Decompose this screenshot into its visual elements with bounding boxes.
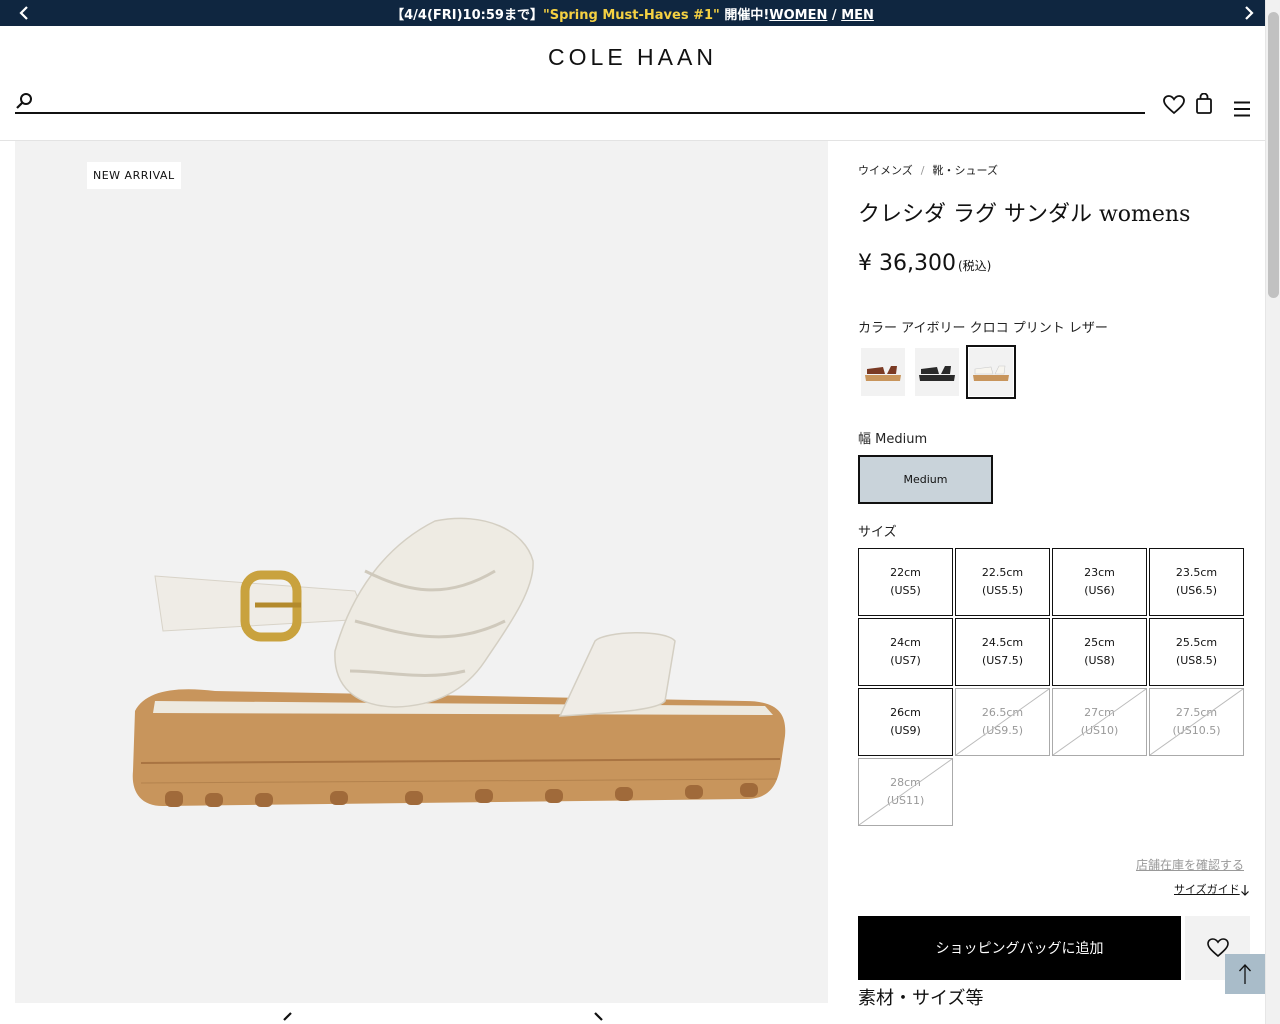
size-option[interactable]: 23cm (US6) bbox=[1052, 548, 1147, 616]
size-option[interactable]: 23.5cm (US6.5) bbox=[1149, 548, 1244, 616]
sold-out-slash bbox=[859, 759, 952, 825]
width-label: 幅 Medium bbox=[858, 432, 928, 447]
search-icon[interactable] bbox=[15, 92, 35, 114]
size-option: 26.5cm (US9.5) bbox=[955, 688, 1050, 756]
promo-message: 【4/4(FRI)10:59まで】"Spring Must-Haves #1" … bbox=[0, 4, 1265, 23]
size-us: (US6.5) bbox=[1175, 584, 1218, 597]
price-value: ¥ 36,300 bbox=[858, 251, 956, 276]
product-image-gallery[interactable]: NEW ARRIVAL bbox=[15, 141, 828, 1003]
size-option[interactable]: 22cm (US5) bbox=[858, 548, 953, 616]
size-option[interactable]: 24cm (US7) bbox=[858, 618, 953, 686]
search-bar[interactable] bbox=[15, 92, 1145, 114]
search-input[interactable] bbox=[43, 92, 1133, 112]
size-us: (US7.5) bbox=[981, 654, 1024, 667]
promo-divider: / bbox=[827, 8, 842, 23]
size-us: (US8) bbox=[1084, 654, 1115, 667]
shopping-bag-icon[interactable] bbox=[1196, 92, 1212, 118]
breadcrumb-women[interactable]: ウイメンズ bbox=[858, 164, 913, 177]
size-us: (US7) bbox=[890, 654, 921, 667]
color-swatch-ivory-selected[interactable] bbox=[966, 345, 1016, 399]
size-cm: 25.5cm bbox=[1175, 636, 1218, 649]
size-option: 27cm (US10) bbox=[1052, 688, 1147, 756]
size-option[interactable]: 25.5cm (US8.5) bbox=[1149, 618, 1244, 686]
add-to-bag-button[interactable]: ショッピングバッグに追加 bbox=[858, 916, 1181, 980]
new-arrival-badge: NEW ARRIVAL bbox=[87, 162, 181, 189]
scrollbar-thumb[interactable] bbox=[1268, 12, 1279, 298]
size-cm: 25cm bbox=[1084, 636, 1115, 649]
size-cm: 24.5cm bbox=[981, 636, 1024, 649]
size-us: (US6) bbox=[1084, 584, 1115, 597]
promo-prefix: 【4/4(FRI)10:59まで】 bbox=[391, 8, 543, 23]
size-us: (US5) bbox=[890, 584, 921, 597]
size-cm: 26cm bbox=[890, 706, 921, 719]
size-cm: 24cm bbox=[890, 636, 921, 649]
promo-women-link[interactable]: WOMEN bbox=[769, 8, 827, 23]
sold-out-slash bbox=[1150, 689, 1243, 755]
promo-highlight: "Spring Must-Haves #1" bbox=[542, 8, 720, 23]
color-swatches bbox=[858, 345, 1016, 399]
check-store-stock-link[interactable]: 店舗在庫を確認する bbox=[1136, 856, 1244, 873]
banner-next-arrow-icon[interactable] bbox=[1239, 3, 1259, 23]
color-swatch-black[interactable] bbox=[912, 345, 962, 399]
size-us: (US8.5) bbox=[1175, 654, 1218, 667]
swatch-brown-shape bbox=[867, 366, 897, 374]
size-cm: 22.5cm bbox=[981, 566, 1024, 579]
size-option: 28cm (US11) bbox=[858, 758, 953, 826]
size-option[interactable]: 25cm (US8) bbox=[1052, 618, 1147, 686]
menu-hamburger-icon[interactable] bbox=[1233, 101, 1251, 121]
back-to-top-button[interactable] bbox=[1225, 954, 1265, 994]
size-option: 27.5cm (US10.5) bbox=[1149, 688, 1244, 756]
arrow-down-icon bbox=[1240, 881, 1250, 900]
size-cm: 23cm bbox=[1084, 566, 1115, 579]
size-option[interactable]: 24.5cm (US7.5) bbox=[955, 618, 1050, 686]
color-swatch-brown[interactable] bbox=[858, 345, 908, 399]
price-tax-note: (税込) bbox=[957, 259, 992, 273]
size-option[interactable]: 22.5cm (US5.5) bbox=[955, 548, 1050, 616]
promo-men-link[interactable]: MEN bbox=[841, 8, 874, 23]
size-us: (US5.5) bbox=[981, 584, 1024, 597]
brand-logo[interactable]: COLE HAAN bbox=[0, 44, 1265, 71]
details-section-title[interactable]: 素材・サイズ等 bbox=[858, 984, 983, 1010]
page-scrollbar[interactable] bbox=[1265, 0, 1280, 1024]
product-price: ¥ 36,300 (税込) bbox=[858, 251, 991, 276]
gallery-prev-arrow-icon[interactable] bbox=[280, 1010, 294, 1024]
breadcrumb: ウイメンズ / 靴・シューズ bbox=[858, 162, 998, 178]
gallery-next-arrow-icon[interactable] bbox=[592, 1010, 606, 1024]
arrow-up-icon bbox=[1239, 964, 1251, 984]
product-title: クレシダ ラグ サンダル womens bbox=[858, 202, 1191, 227]
breadcrumb-separator: / bbox=[920, 164, 925, 177]
size-label: サイズ bbox=[858, 525, 897, 540]
size-guide-link[interactable]: サイズガイド bbox=[1174, 881, 1240, 897]
product-image-sandal[interactable] bbox=[105, 501, 805, 821]
size-us: (US9) bbox=[890, 724, 921, 737]
sold-out-slash bbox=[956, 689, 1049, 755]
size-cm: 22cm bbox=[890, 566, 921, 579]
size-cm: 23.5cm bbox=[1175, 566, 1218, 579]
promo-suffix: 開催中! bbox=[719, 8, 770, 23]
color-label: カラー アイボリー クロコ プリント レザー bbox=[858, 321, 1108, 336]
size-grid: 22cm (US5) 22.5cm (US5.5) 23cm (US6) 23.5cm (US… bbox=[858, 548, 1245, 826]
sold-out-slash bbox=[1053, 689, 1146, 755]
breadcrumb-shoes[interactable]: 靴・シューズ bbox=[933, 164, 998, 177]
size-option[interactable]: 26cm (US9) bbox=[858, 688, 953, 756]
wishlist-heart-icon[interactable] bbox=[1163, 95, 1185, 119]
promo-banner: 【4/4(FRI)10:59まで】"Spring Must-Haves #1" … bbox=[0, 0, 1265, 26]
width-option-medium[interactable]: Medium bbox=[858, 455, 993, 504]
